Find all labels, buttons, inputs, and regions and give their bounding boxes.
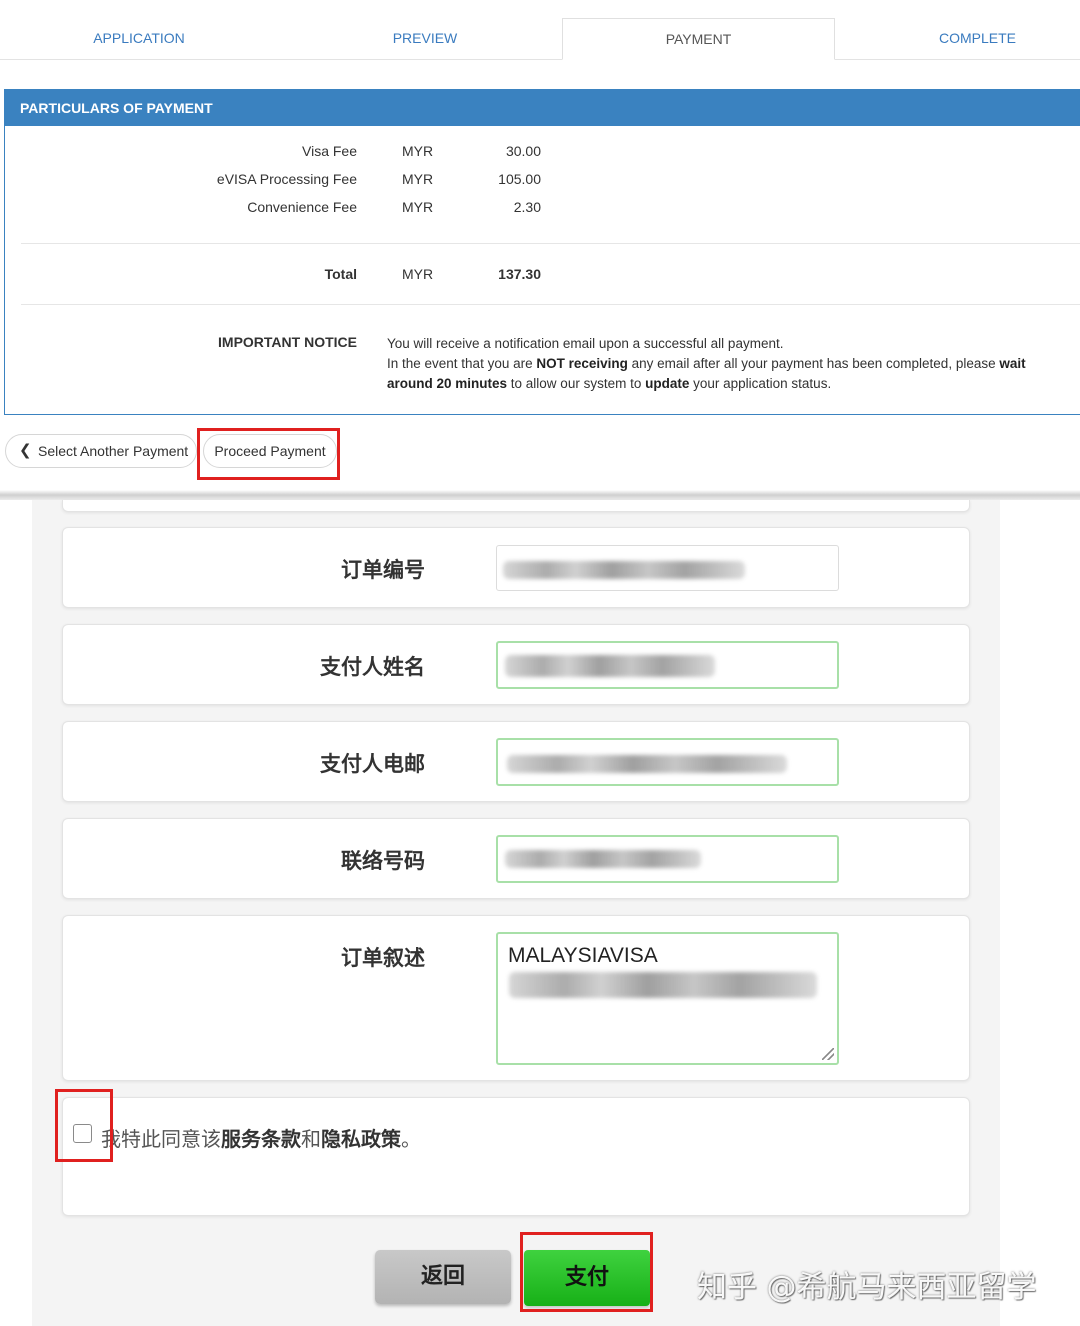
fee-row-visa: Visa Fee MYR 30.00 — [5, 143, 705, 163]
divider — [21, 304, 1080, 305]
select-another-payment-button[interactable]: ❮ Select Another Payment — [5, 434, 197, 468]
return-button[interactable]: 返回 — [375, 1250, 511, 1304]
fee-amount: 30.00 — [505, 143, 541, 159]
payer-name-label: 支付人姓名 — [320, 655, 425, 679]
highlight-box-proceed — [197, 428, 340, 480]
fee-amount: 2.30 — [513, 199, 541, 215]
form-card-payer-name: 支付人姓名 — [62, 624, 970, 705]
tab-preview[interactable]: PREVIEW — [285, 18, 565, 60]
fee-currency: MYR — [402, 171, 434, 187]
panel-title: PARTICULARS OF PAYMENT — [5, 90, 1080, 126]
payer-email-field[interactable] — [496, 738, 839, 786]
step-tabs: APPLICATION PREVIEW PAYMENT COMPLETE — [0, 0, 1080, 60]
privacy-link[interactable]: 隐私政策 — [321, 1127, 401, 1151]
fee-row-convenience: Convenience Fee MYR 2.30 — [5, 199, 705, 219]
notice-line-1: You will receive a notification email up… — [387, 336, 784, 351]
form-card-agreement — [62, 1097, 970, 1216]
notice-label: IMPORTANT NOTICE — [218, 334, 357, 350]
fee-label: Visa Fee — [302, 143, 357, 159]
redacted-value — [507, 755, 787, 773]
watermark: 知乎 @希航马来西亚留学 — [697, 1270, 1037, 1305]
resize-grip-icon[interactable] — [822, 1048, 834, 1060]
notice-line-3: around 20 minutes to allow our system to… — [387, 376, 832, 391]
highlight-box-checkbox — [55, 1089, 113, 1162]
agree-text: 我特此同意该服务条款和隐私政策。 — [101, 1127, 421, 1151]
form-card-order-no: 订单编号 — [62, 527, 970, 608]
back-button-label: Select Another Payment — [38, 443, 189, 459]
divider — [21, 243, 1080, 244]
fee-currency: MYR — [402, 143, 434, 159]
order-desc-value: MALAYSIAVISA — [508, 944, 658, 967]
fee-row-total: Total MYR 137.30 — [5, 266, 705, 286]
payer-name-field[interactable] — [496, 641, 839, 689]
tab-application[interactable]: APPLICATION — [0, 18, 278, 60]
redacted-value — [505, 655, 715, 677]
total-currency: MYR — [402, 266, 434, 282]
form-card-partial — [62, 500, 970, 512]
form-card-phone: 联络号码 — [62, 818, 970, 899]
form-card-order-desc: 订单叙述 MALAYSIAVISA — [62, 915, 970, 1081]
tab-complete[interactable]: COMPLETE — [840, 18, 1080, 60]
notice-line-2: In the event that you are NOT receiving … — [387, 356, 1026, 371]
terms-link[interactable]: 服务条款 — [221, 1127, 301, 1151]
order-no-field[interactable] — [496, 545, 839, 591]
redacted-value — [503, 561, 745, 579]
payer-email-label: 支付人电邮 — [320, 752, 425, 776]
fee-currency: MYR — [402, 199, 434, 215]
fee-label: Convenience Fee — [247, 199, 357, 215]
fee-row-processing: eVISA Processing Fee MYR 105.00 — [5, 171, 705, 191]
fee-label: eVISA Processing Fee — [216, 171, 357, 187]
notice-text: You will receive a notification email up… — [387, 334, 1067, 394]
order-desc-label: 订单叙述 — [341, 946, 425, 970]
phone-field[interactable] — [496, 835, 839, 883]
payment-panel: PARTICULARS OF PAYMENT Visa Fee MYR 30.0… — [4, 89, 1080, 415]
total-amount: 137.30 — [498, 266, 541, 282]
highlight-box-pay — [520, 1232, 653, 1312]
chevron-left-icon: ❮ — [19, 442, 32, 459]
phone-label: 联络号码 — [341, 849, 425, 873]
section-divider — [0, 490, 1080, 500]
order-no-label: 订单编号 — [341, 558, 425, 582]
order-desc-textarea[interactable]: MALAYSIAVISA — [496, 932, 839, 1065]
form-card-payer-email: 支付人电邮 — [62, 721, 970, 802]
fee-amount: 105.00 — [498, 171, 541, 187]
redacted-value — [505, 850, 701, 868]
total-label: Total — [324, 266, 357, 282]
redacted-value — [509, 972, 817, 998]
tab-payment[interactable]: PAYMENT — [562, 18, 835, 60]
